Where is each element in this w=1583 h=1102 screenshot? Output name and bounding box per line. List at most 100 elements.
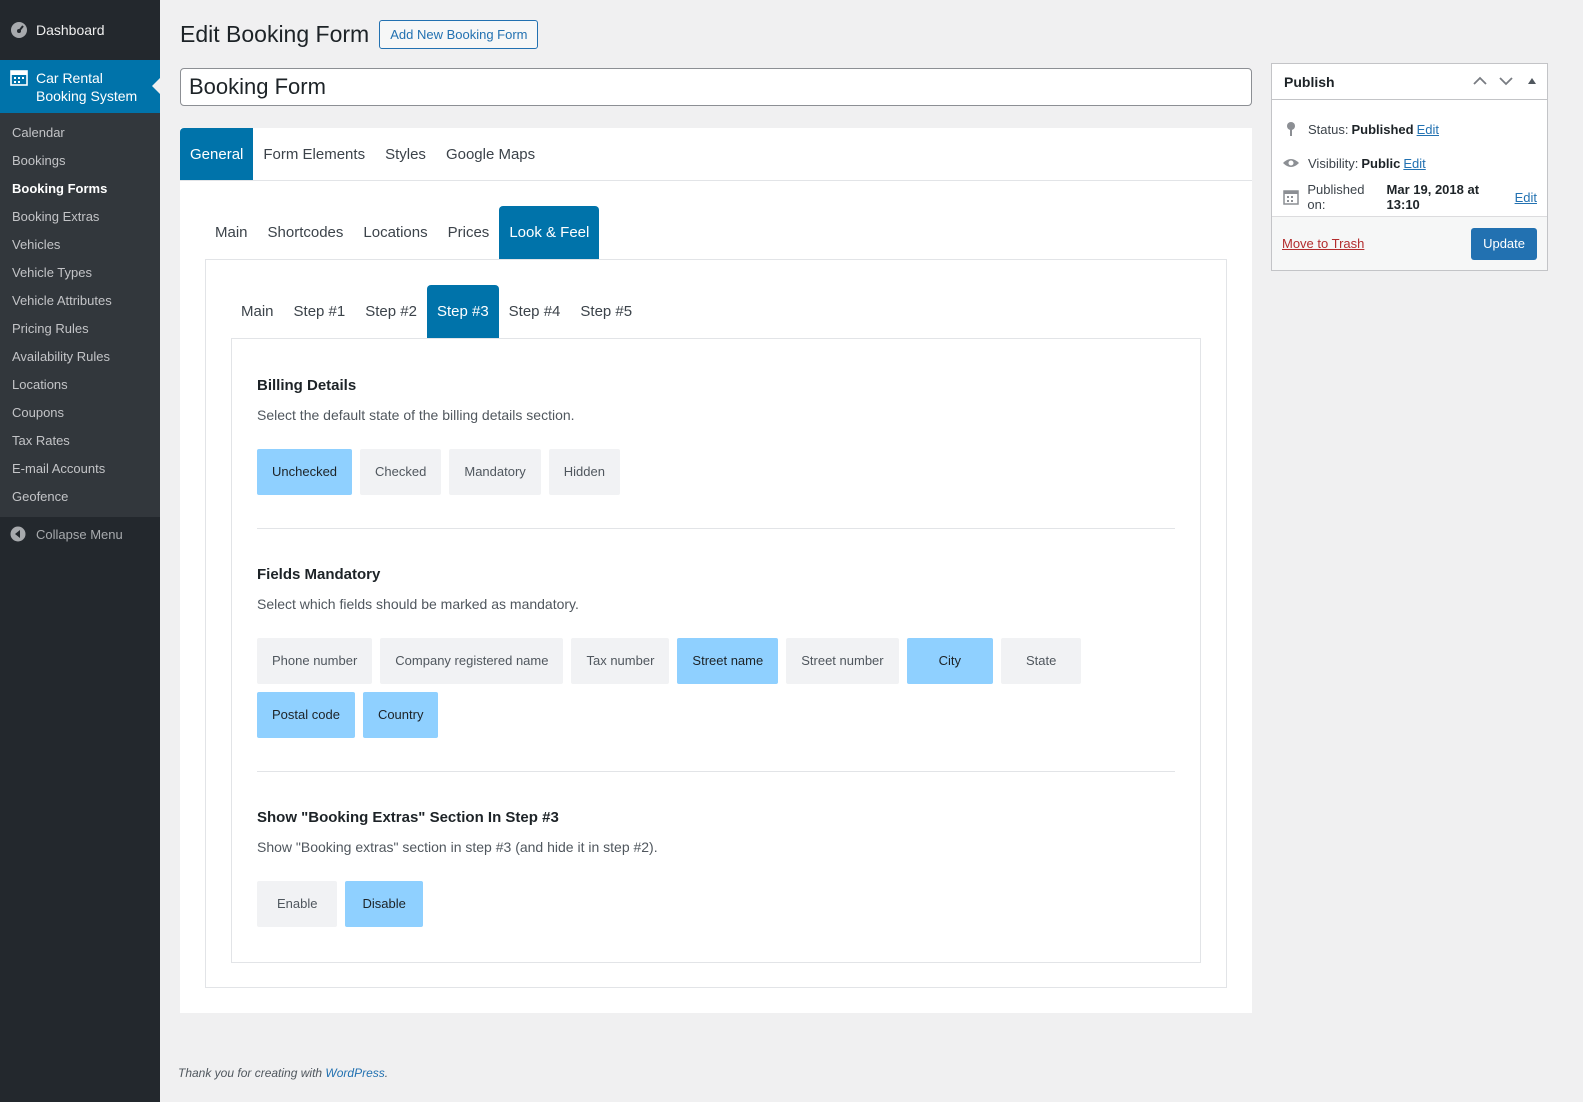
tab-step-5[interactable]: Step #5 bbox=[570, 285, 642, 338]
edit-visibility-link[interactable]: Edit bbox=[1403, 156, 1425, 171]
visibility-label: Visibility: bbox=[1308, 155, 1359, 171]
option-mandatory[interactable]: Mandatory bbox=[449, 449, 541, 495]
tab-shortcodes[interactable]: Shortcodes bbox=[258, 206, 354, 259]
tab-step-4[interactable]: Step #4 bbox=[499, 285, 571, 338]
add-new-booking-form-button[interactable]: Add New Booking Form bbox=[379, 19, 539, 49]
sidebar-item-car-rental[interactable]: Car Rental Booking System bbox=[0, 60, 160, 113]
publish-box-body: Status: Published Edit Visibility: Publi… bbox=[1272, 100, 1547, 214]
sidebar-item-pricing-rules[interactable]: Pricing Rules bbox=[0, 315, 160, 343]
option-tax-number[interactable]: Tax number bbox=[571, 638, 670, 684]
main-content: Edit Booking Form Add New Booking Form B… bbox=[180, 0, 1252, 1013]
wordpress-link[interactable]: WordPress bbox=[325, 1066, 384, 1080]
sidebar-submenu: Calendar Bookings Booking Forms Booking … bbox=[0, 113, 160, 517]
toggle-panel-icon[interactable] bbox=[1523, 72, 1541, 90]
edit-status-link[interactable]: Edit bbox=[1417, 122, 1439, 137]
tab-main[interactable]: Main bbox=[205, 206, 258, 259]
sidebar-item-booking-forms[interactable]: Booking Forms bbox=[0, 175, 160, 203]
section-title: Fields Mandatory bbox=[257, 566, 381, 583]
sidebar-item-label: Car Rental Booking System bbox=[36, 69, 138, 104]
section-description: Select the default state of the billing … bbox=[257, 407, 575, 423]
published-on-label: Published on: bbox=[1307, 182, 1365, 212]
move-to-trash-link[interactable]: Move to Trash bbox=[1282, 236, 1364, 251]
section-title: Billing Details bbox=[257, 377, 357, 394]
option-state[interactable]: State bbox=[1001, 638, 1082, 684]
calendar-icon bbox=[1282, 188, 1299, 206]
sidebar-item-vehicles[interactable]: Vehicles bbox=[0, 231, 160, 259]
collapse-menu-button[interactable]: Collapse Menu bbox=[0, 517, 160, 551]
publish-actions: Move to Trash Update bbox=[1272, 216, 1547, 270]
pin-icon bbox=[1282, 120, 1300, 138]
option-street-number[interactable]: Street number bbox=[786, 638, 899, 684]
visibility-value: Public bbox=[1361, 155, 1401, 171]
eye-icon bbox=[1282, 154, 1300, 172]
move-up-icon[interactable] bbox=[1471, 72, 1489, 90]
sidebar-item-availability-rules[interactable]: Availability Rules bbox=[0, 343, 160, 371]
option-disable[interactable]: Disable bbox=[345, 881, 423, 927]
page-title: Edit Booking Form bbox=[180, 20, 370, 47]
footer-period: . bbox=[384, 1066, 389, 1080]
section-description: Select which fields should be marked as … bbox=[257, 596, 579, 612]
sidebar-item-tax-rates[interactable]: Tax Rates bbox=[0, 427, 160, 455]
publish-box-title: Publish bbox=[1284, 73, 1335, 90]
settings-panel: General Form Elements Styles Google Maps… bbox=[180, 128, 1252, 1013]
publish-box: Publish Status: Published Edit Visibilit… bbox=[1271, 63, 1548, 271]
tab-general[interactable]: General bbox=[180, 128, 254, 180]
step-3-settings: Billing Details Select the default state… bbox=[231, 338, 1201, 963]
booking-extras-options: Enable Disable bbox=[257, 881, 1175, 927]
option-postal-code[interactable]: Postal code bbox=[257, 692, 355, 738]
publish-box-header: Publish bbox=[1272, 64, 1547, 100]
collapse-arrow-icon bbox=[10, 526, 26, 542]
primary-tabs: General Form Elements Styles Google Maps bbox=[180, 128, 1252, 181]
box-controls bbox=[1471, 72, 1541, 90]
tab-styles[interactable]: Styles bbox=[375, 128, 436, 180]
form-title-input[interactable]: Booking Form bbox=[180, 68, 1252, 106]
booking-extras-section: Show "Booking Extras" Section In Step #3… bbox=[257, 771, 1175, 927]
visibility-row: Visibility: Public Edit bbox=[1282, 146, 1537, 180]
move-down-icon[interactable] bbox=[1497, 72, 1515, 90]
admin-footer: Thank you for creating with WordPress. bbox=[178, 1066, 388, 1080]
billing-details-section: Billing Details Select the default state… bbox=[257, 339, 1175, 495]
option-city[interactable]: City bbox=[906, 638, 993, 684]
option-enable[interactable]: Enable bbox=[257, 881, 338, 927]
edit-date-link[interactable]: Edit bbox=[1515, 190, 1537, 205]
status-row: Status: Published Edit bbox=[1282, 112, 1537, 146]
tab-step-3[interactable]: Step #3 bbox=[426, 285, 499, 338]
published-on-row: Published on: Mar 19, 2018 at 13:10 Edit bbox=[1282, 180, 1537, 214]
tab-google-maps[interactable]: Google Maps bbox=[436, 128, 545, 180]
look-and-feel-panel: Main Step #1 Step #2 Step #3 Step #4 Ste… bbox=[205, 259, 1227, 988]
sidebar-item-locations[interactable]: Locations bbox=[0, 371, 160, 399]
section-title: Show "Booking Extras" Section In Step #3 bbox=[257, 809, 559, 826]
fields-mandatory-section: Fields Mandatory Select which fields sho… bbox=[257, 528, 1175, 738]
collapse-menu-label: Collapse Menu bbox=[36, 526, 123, 542]
section-description: Show "Booking extras" section in step #3… bbox=[257, 839, 658, 855]
sidebar-item-bookings[interactable]: Bookings bbox=[0, 147, 160, 175]
option-hidden[interactable]: Hidden bbox=[548, 449, 620, 495]
option-company-registered-name[interactable]: Company registered name bbox=[380, 638, 564, 684]
option-unchecked[interactable]: Unchecked bbox=[257, 449, 353, 495]
secondary-tabs: Main Shortcodes Locations Prices Look & … bbox=[180, 206, 1252, 259]
option-country[interactable]: Country bbox=[362, 692, 439, 738]
tab-prices[interactable]: Prices bbox=[438, 206, 500, 259]
update-button[interactable]: Update bbox=[1471, 227, 1537, 260]
sidebar-item-geofence[interactable]: Geofence bbox=[0, 483, 160, 511]
sidebar-item-dashboard[interactable]: Dashboard bbox=[0, 0, 160, 60]
sidebar-item-vehicle-attributes[interactable]: Vehicle Attributes bbox=[0, 287, 160, 315]
mandatory-field-options: Phone number Company registered name Tax… bbox=[257, 638, 1175, 738]
tab-form-elements[interactable]: Form Elements bbox=[253, 128, 375, 180]
page-header: Edit Booking Form Add New Booking Form bbox=[180, 0, 1252, 68]
tab-look-and-feel[interactable]: Look & Feel bbox=[499, 206, 600, 259]
sidebar-item-vehicle-types[interactable]: Vehicle Types bbox=[0, 259, 160, 287]
sidebar-item-email-accounts[interactable]: E-mail Accounts bbox=[0, 455, 160, 483]
sidebar-item-calendar[interactable]: Calendar bbox=[0, 119, 160, 147]
status-label: Status: bbox=[1308, 121, 1349, 137]
tab-step-1[interactable]: Step #1 bbox=[284, 285, 356, 338]
option-checked[interactable]: Checked bbox=[360, 449, 442, 495]
sidebar-item-booking-extras[interactable]: Booking Extras bbox=[0, 203, 160, 231]
current-menu-arrow bbox=[152, 78, 160, 94]
option-street-name[interactable]: Street name bbox=[677, 638, 779, 684]
tab-step-2[interactable]: Step #2 bbox=[355, 285, 427, 338]
tab-step-main[interactable]: Main bbox=[231, 285, 284, 338]
sidebar-item-coupons[interactable]: Coupons bbox=[0, 399, 160, 427]
tab-locations[interactable]: Locations bbox=[353, 206, 437, 259]
option-phone-number[interactable]: Phone number bbox=[257, 638, 373, 684]
